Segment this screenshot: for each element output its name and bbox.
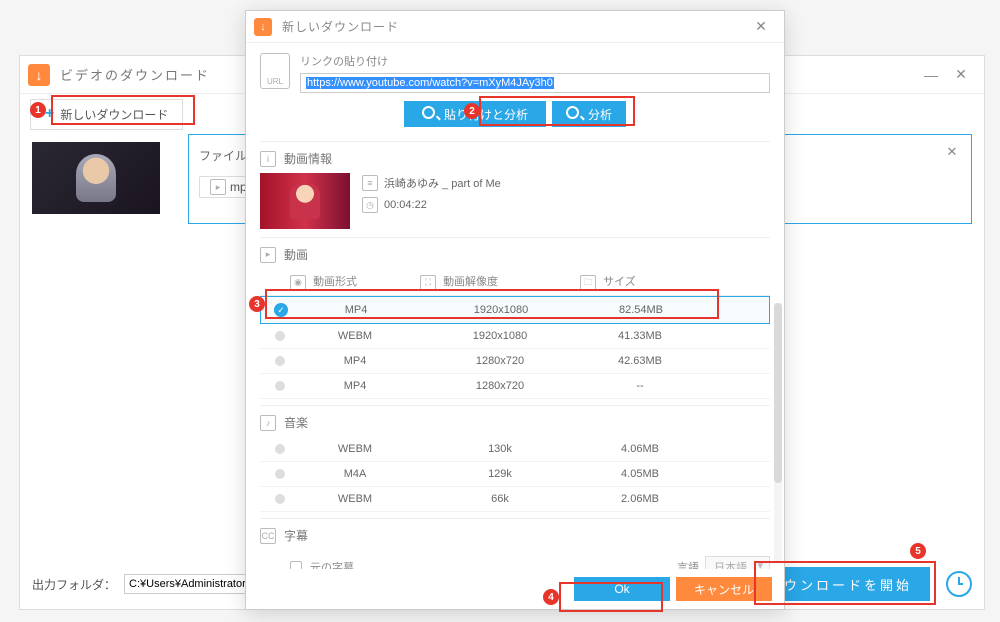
document-icon: ≡ bbox=[362, 175, 378, 191]
audio-format-row[interactable]: WEBM 130k 4.06MB bbox=[260, 437, 770, 462]
original-subtitle-label: 元の字幕 bbox=[310, 559, 354, 569]
url-input[interactable]: https://www.youtube.com/watch?v=mXyM4JAy… bbox=[300, 73, 770, 93]
output-folder-label: 出力フォルダ： bbox=[32, 576, 116, 593]
url-icon: URL bbox=[260, 53, 290, 89]
audio-format-row[interactable]: M4A 129k 4.05MB bbox=[260, 462, 770, 487]
video-format-row[interactable]: WEBM 1920x1080 41.33MB bbox=[260, 324, 770, 349]
video-thumbnail[interactable] bbox=[32, 142, 160, 214]
search-icon bbox=[422, 106, 438, 122]
video-format-row[interactable]: ✓ MP4 1920x1080 82.54MB bbox=[260, 296, 770, 324]
video-title: 浜崎あゆみ _ part of Me bbox=[384, 175, 501, 191]
new-download-button[interactable]: + 新しいダウンロード bbox=[30, 99, 183, 130]
paste-analyze-button[interactable]: 貼り付けと分析 bbox=[404, 101, 546, 127]
video-section: ▸ 動画 bbox=[260, 237, 770, 263]
subtitle-options: 元の字幕 言語 日本語 bbox=[260, 550, 770, 569]
language-label: 言語 bbox=[677, 559, 699, 569]
analyze-button[interactable]: 分析 bbox=[552, 101, 626, 127]
close-button[interactable]: ✕ bbox=[946, 60, 976, 90]
analyze-label: 分析 bbox=[588, 106, 612, 123]
dialog-close-button[interactable]: ✕ bbox=[746, 12, 776, 42]
video-icon: ▸ bbox=[260, 247, 276, 263]
original-subtitle-checkbox[interactable] bbox=[290, 561, 302, 569]
video-duration: 00:04:22 bbox=[384, 199, 427, 211]
panel-close-button[interactable]: ✕ bbox=[937, 137, 967, 167]
dialog-app-icon: ↓ bbox=[254, 18, 272, 36]
audio-format-row[interactable]: WEBM 66k 2.06MB bbox=[260, 487, 770, 512]
minimize-button[interactable]: — bbox=[916, 60, 946, 90]
cancel-button[interactable]: キャンセル bbox=[676, 577, 772, 601]
dialog-title: 新しいダウンロード bbox=[282, 18, 746, 35]
scrollbar[interactable] bbox=[774, 303, 782, 563]
app-icon: ↓ bbox=[28, 64, 50, 86]
video-format-list: ✓ MP4 1920x1080 82.54MB WEBM 1920x1080 4… bbox=[260, 296, 770, 399]
size-icon: 🗀 bbox=[580, 275, 596, 291]
dialog-body: URL リンクの貼り付け https://www.youtube.com/wat… bbox=[246, 43, 784, 569]
link-paste-label: リンクの貼り付け bbox=[300, 53, 770, 69]
play-icon: ▸ bbox=[210, 179, 226, 195]
video-format-row[interactable]: MP4 1280x720 -- bbox=[260, 374, 770, 399]
new-download-dialog: ↓ 新しいダウンロード ✕ URL リンクの貼り付け https://www.y… bbox=[245, 10, 785, 610]
video-info-section: i 動画情報 bbox=[260, 141, 770, 167]
subtitle-head-label: 字幕 bbox=[284, 527, 308, 544]
scroll-thumb[interactable] bbox=[774, 303, 782, 483]
language-dropdown[interactable]: 日本語 bbox=[705, 556, 770, 569]
music-icon: ♪ bbox=[260, 415, 276, 431]
dialog-footer: Ok キャンセル bbox=[246, 569, 784, 609]
cc-icon: CC bbox=[260, 528, 276, 544]
clock-icon: ◷ bbox=[362, 197, 378, 213]
audio-section: ♪ 音楽 bbox=[260, 405, 770, 431]
plus-icon: + bbox=[45, 106, 54, 122]
info-icon: i bbox=[260, 151, 276, 167]
ok-button[interactable]: Ok bbox=[574, 577, 670, 601]
resolution-icon: ⛶ bbox=[420, 275, 436, 291]
schedule-icon[interactable] bbox=[946, 571, 972, 597]
video-info-head-label: 動画情報 bbox=[284, 150, 332, 167]
paste-analyze-label: 貼り付けと分析 bbox=[444, 106, 528, 123]
video-list-header: ◉ 動画形式 ⛶ 動画解像度 🗀 サイズ bbox=[260, 269, 770, 296]
audio-head-label: 音楽 bbox=[284, 414, 308, 431]
subtitle-section: CC 字幕 bbox=[260, 518, 770, 544]
video-format-row[interactable]: MP4 1280x720 42.63MB bbox=[260, 349, 770, 374]
video-head-label: 動画 bbox=[284, 246, 308, 263]
result-thumbnail bbox=[260, 173, 350, 229]
format-icon: ◉ bbox=[290, 275, 306, 291]
url-text: https://www.youtube.com/watch?v=mXyM4JAy… bbox=[306, 77, 554, 89]
search-icon bbox=[566, 106, 582, 122]
dialog-titlebar: ↓ 新しいダウンロード ✕ bbox=[246, 11, 784, 43]
new-download-label: 新しいダウンロード bbox=[60, 106, 168, 123]
audio-format-list: WEBM 130k 4.06MB M4A 129k 4.05MB WEBM 66… bbox=[260, 437, 770, 512]
